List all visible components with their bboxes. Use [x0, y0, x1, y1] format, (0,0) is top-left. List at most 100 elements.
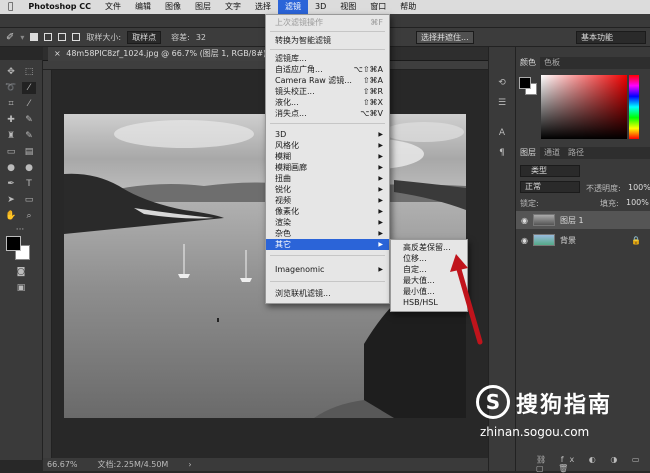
eyedropper-icon[interactable]: ⁄: [22, 98, 36, 110]
color-panel-tabs: 颜色 色板: [516, 57, 650, 69]
menu-item-browse-online[interactable]: 浏览联机滤镜...: [266, 288, 389, 299]
eyedropper-tool-icon[interactable]: ✐: [6, 32, 14, 43]
paragraph-panel-icon[interactable]: ¶: [495, 147, 509, 159]
fill-value[interactable]: 100%: [626, 198, 649, 207]
rectangle-tool-icon[interactable]: ▭: [22, 194, 36, 206]
menu-item-convert-smart-filter[interactable]: 转换为智能滤镜: [266, 35, 389, 46]
menu-image[interactable]: 图像: [158, 0, 188, 14]
menu-item-lens-correction[interactable]: 镜头校正... ⇧⌘R: [266, 86, 389, 97]
dodge-tool-icon[interactable]: ●: [22, 162, 36, 174]
eye-icon[interactable]: ◉: [521, 216, 528, 225]
menu-window[interactable]: 窗口: [363, 0, 393, 14]
pen-tool-icon[interactable]: ✒: [4, 178, 18, 190]
quick-mask-icon[interactable]: ◙: [14, 266, 28, 278]
refine-edge-button[interactable]: 选择并遮住...: [416, 31, 474, 44]
blend-mode-select[interactable]: 正常: [520, 181, 580, 193]
menu-type[interactable]: 文字: [218, 0, 248, 14]
magic-wand-tool-icon[interactable]: ⁄: [22, 82, 36, 94]
eye-icon[interactable]: ◉: [521, 236, 528, 245]
menu-item-adaptive-wide-angle[interactable]: 自适应广角... ⌥⇧⌘A: [266, 64, 389, 75]
group-label: 视频: [275, 196, 291, 205]
menu-item-render[interactable]: 渲染 ▶: [266, 217, 389, 228]
clone-stamp-icon[interactable]: ♜: [4, 130, 18, 142]
menu-item-distort[interactable]: 扭曲 ▶: [266, 173, 389, 184]
menu-item-imagenomic[interactable]: Imagenomic ▶: [266, 264, 389, 275]
tab-color[interactable]: 颜色: [516, 57, 540, 69]
layer-row[interactable]: ◉ 图层 1: [516, 211, 650, 229]
character-panel-icon[interactable]: A: [495, 127, 509, 139]
more-tools-icon[interactable]: ···: [13, 224, 27, 236]
menu-item-noise[interactable]: 杂色 ▶: [266, 228, 389, 239]
menu-edit[interactable]: 编辑: [128, 0, 158, 14]
sample-size-select[interactable]: 取样点: [127, 30, 162, 44]
group-label: 模糊画廊: [275, 163, 307, 172]
menu-item-stylize[interactable]: 风格化 ▶: [266, 140, 389, 151]
menu-help[interactable]: 帮助: [393, 0, 423, 14]
status-arrow-icon[interactable]: ›: [188, 460, 191, 469]
zoom-tool-icon[interactable]: ⌕: [22, 210, 36, 222]
group-label: 其它: [275, 240, 291, 249]
document-close-icon[interactable]: ×: [54, 49, 61, 58]
menu-3d[interactable]: 3D: [308, 0, 333, 14]
tab-channels[interactable]: 通道: [540, 147, 564, 159]
menu-item-vanishing-point[interactable]: 消失点... ⌥⌘V: [266, 108, 389, 119]
type-tool-icon[interactable]: T: [22, 178, 36, 190]
tool-preset-icon[interactable]: ▾: [20, 33, 24, 42]
menu-filter[interactable]: 滤镜: [278, 0, 308, 14]
foreground-color-swatch[interactable]: [6, 236, 21, 251]
app-menu[interactable]: Photoshop CC: [21, 0, 98, 14]
move-tool-icon[interactable]: ✥: [4, 66, 18, 78]
submenu-arrow-icon: ▶: [378, 266, 383, 273]
eraser-tool-icon[interactable]: ▭: [4, 146, 18, 158]
menu-view[interactable]: 视图: [333, 0, 363, 14]
mode-intersect-icon[interactable]: [72, 33, 81, 41]
history-panel-icon[interactable]: ⟲: [495, 77, 509, 89]
hue-slider[interactable]: [629, 75, 639, 139]
menu-item-camera-raw[interactable]: Camera Raw 滤镜... ⇧⌘A: [266, 75, 389, 86]
menu-item-other[interactable]: 其它 ▶: [266, 239, 389, 250]
menu-select[interactable]: 选择: [248, 0, 278, 14]
menu-item-pixelate[interactable]: 像素化 ▶: [266, 206, 389, 217]
crop-tool-icon[interactable]: ⌗: [4, 98, 18, 110]
menu-item-liquify[interactable]: 液化... ⇧⌘X: [266, 97, 389, 108]
lasso-tool-icon[interactable]: ➰: [4, 82, 18, 94]
tolerance-input[interactable]: 32: [196, 33, 206, 42]
brush-tool-icon[interactable]: ✎: [22, 114, 36, 126]
menu-item-filter-gallery[interactable]: 滤镜库...: [266, 53, 389, 64]
layer-row[interactable]: ◉ 背景 🔒: [516, 231, 650, 249]
camera-raw-label: Camera Raw 滤镜...: [275, 76, 352, 85]
zoom-level[interactable]: 66.67%: [47, 460, 78, 469]
color-picker-field[interactable]: [541, 75, 627, 139]
group-label: 像素化: [275, 207, 299, 216]
document-tab[interactable]: × 48m58PIC8zf_1024.jpg @ 66.7% (图层 1, RG…: [48, 47, 279, 61]
blur-tool-icon[interactable]: ●: [4, 162, 18, 174]
healing-brush-icon[interactable]: ✚: [4, 114, 18, 126]
hand-tool-icon[interactable]: ✋: [4, 210, 18, 222]
tab-paths[interactable]: 路径: [564, 147, 588, 159]
marquee-tool-icon[interactable]: ⬚: [22, 66, 36, 78]
menu-item-blur[interactable]: 模糊 ▶: [266, 151, 389, 162]
tab-layers[interactable]: 图层: [516, 147, 540, 159]
gradient-tool-icon[interactable]: ▤: [22, 146, 36, 158]
liquify-label: 液化...: [275, 98, 299, 107]
menu-layer[interactable]: 图层: [188, 0, 218, 14]
menu-item-blur-gallery[interactable]: 模糊画廊 ▶: [266, 162, 389, 173]
menu-item-video[interactable]: 视频 ▶: [266, 195, 389, 206]
menu-file[interactable]: 文件: [98, 0, 128, 14]
workspace-select[interactable]: 基本功能: [576, 31, 646, 44]
menu-item-sharpen[interactable]: 锐化 ▶: [266, 184, 389, 195]
history-brush-icon[interactable]: ✎: [22, 130, 36, 142]
apple-icon[interactable]: : [0, 0, 21, 14]
tab-swatches[interactable]: 色板: [540, 57, 564, 69]
menu-item-3d[interactable]: 3D ▶: [266, 129, 389, 140]
path-select-icon[interactable]: ➤: [4, 194, 18, 206]
mode-add-icon[interactable]: [44, 33, 53, 41]
properties-panel-icon[interactable]: ☰: [495, 97, 509, 109]
panel-fg-swatch[interactable]: [519, 77, 531, 89]
layer-kind-filter[interactable]: 类型: [520, 165, 580, 177]
mode-subtract-icon[interactable]: [58, 33, 67, 41]
opacity-value[interactable]: 100%: [628, 183, 650, 192]
filter-dropdown-menu: 上次滤镜操作 ⌘F 转换为智能滤镜 滤镜库... 自适应广角... ⌥⇧⌘A C…: [265, 14, 390, 304]
screen-mode-icon[interactable]: ▣: [14, 282, 28, 294]
mode-new-icon[interactable]: [30, 33, 39, 41]
